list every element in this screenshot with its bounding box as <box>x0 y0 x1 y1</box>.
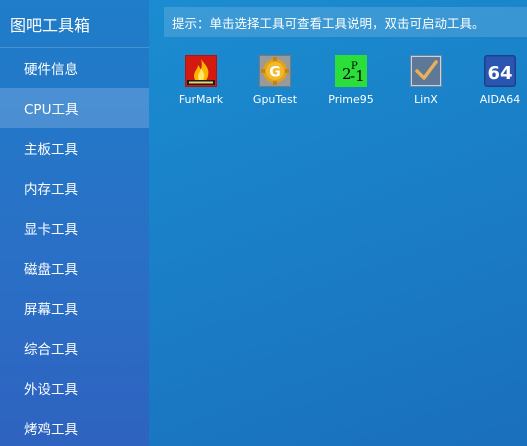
hint-bar: 提示：单击选择工具可查看工具说明，双击可启动工具。 <box>164 7 527 37</box>
tool-furmark[interactable]: FurMark <box>163 55 239 111</box>
sidebar-item-label: 硬件信息 <box>24 62 78 78</box>
sidebar: 图吧工具箱 硬件信息 CPU工具 主板工具 内存工具 显卡工具 磁盘工具 屏幕工… <box>0 0 149 446</box>
tool-label: LinX <box>414 93 438 106</box>
linx-icon <box>410 55 442 87</box>
sidebar-item-screen-tools[interactable]: 屏幕工具 <box>0 288 149 328</box>
tool-aida64[interactable]: 64 AIDA64 <box>462 55 527 111</box>
sidebar-item-disk-tools[interactable]: 磁盘工具 <box>0 248 149 288</box>
gputest-icon: G <box>259 55 291 87</box>
sidebar-item-label: 主板工具 <box>24 142 78 158</box>
hint-text: 提示：单击选择工具可查看工具说明，双击可启动工具。 <box>172 15 485 31</box>
tool-grid: FurMark G GpuTest 2 P -1 Prime95 LinX 64… <box>164 55 527 115</box>
sidebar-item-hardware-info[interactable]: 硬件信息 <box>0 48 149 88</box>
furmark-icon <box>185 55 217 87</box>
sidebar-item-label: 外设工具 <box>24 382 78 398</box>
sidebar-item-memory-tools[interactable]: 内存工具 <box>0 168 149 208</box>
sidebar-item-label: CPU工具 <box>24 102 79 118</box>
sidebar-item-cpu-tools[interactable]: CPU工具 <box>0 88 149 128</box>
sidebar-item-label: 内存工具 <box>24 182 78 198</box>
prime95-icon: 2 P -1 <box>335 55 367 87</box>
aida64-icon: 64 <box>484 55 516 87</box>
tool-label: GpuTest <box>252 93 298 106</box>
sidebar-item-stress-tools[interactable]: 烤鸡工具 <box>0 408 149 446</box>
sidebar-item-general-tools[interactable]: 综合工具 <box>0 328 149 368</box>
sidebar-item-label: 烤鸡工具 <box>24 422 78 438</box>
sidebar-item-label: 综合工具 <box>24 342 78 358</box>
tool-linx[interactable]: LinX <box>388 55 464 111</box>
sidebar-item-label: 显卡工具 <box>24 222 78 238</box>
sidebar-item-gpu-tools[interactable]: 显卡工具 <box>0 208 149 248</box>
tool-label: FurMark <box>178 93 224 106</box>
tool-label: Prime95 <box>328 93 374 106</box>
app-window: 图吧工具箱 硬件信息 CPU工具 主板工具 内存工具 显卡工具 磁盘工具 屏幕工… <box>0 0 527 446</box>
svg-text:G: G <box>269 65 281 81</box>
sidebar-item-peripheral-tools[interactable]: 外设工具 <box>0 368 149 408</box>
sidebar-item-label: 磁盘工具 <box>24 262 78 278</box>
svg-text:64: 64 <box>487 63 512 84</box>
tool-prime95[interactable]: 2 P -1 Prime95 <box>313 55 389 111</box>
sidebar-item-label: 屏幕工具 <box>24 302 78 318</box>
svg-text:-1: -1 <box>350 67 365 85</box>
app-title: 图吧工具箱 <box>0 0 149 48</box>
tool-gputest[interactable]: G GpuTest <box>237 55 313 111</box>
sidebar-item-motherboard-tools[interactable]: 主板工具 <box>0 128 149 168</box>
tool-label: AIDA64 <box>479 93 521 106</box>
